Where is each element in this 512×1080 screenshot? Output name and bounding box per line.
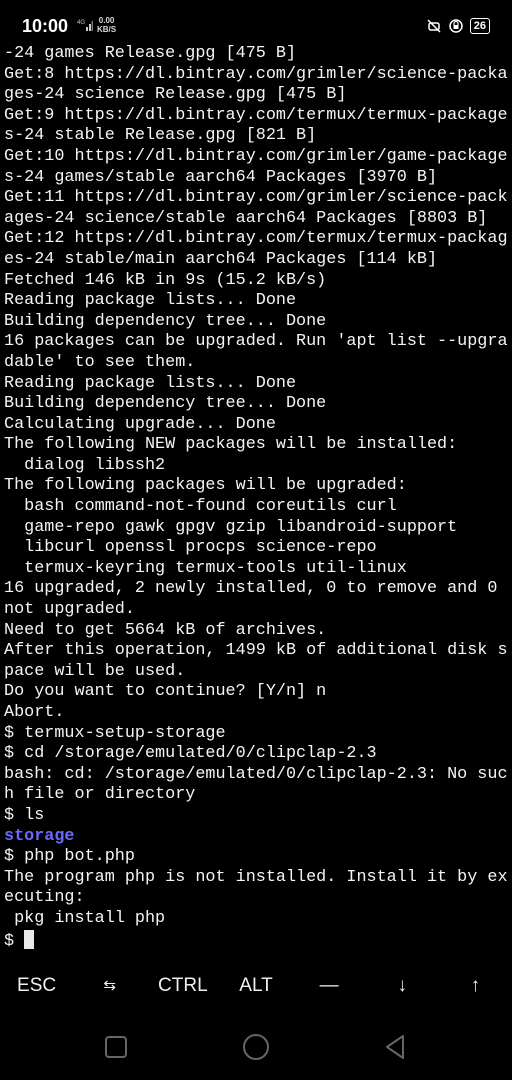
terminal-line: dialog libssh2 [4,455,166,475]
status-icons: 26 [426,16,490,36]
arrow-up-key[interactable]: ↑ [439,960,512,1012]
text-cursor [24,929,35,949]
terminal-line: termux-keyring termux-tools util-linux [4,558,407,578]
terminal-line: $ cd /storage/emulated/0/clipclap-2.3 [4,744,377,764]
terminal-line: After this operation, 1499 kB of additio… [4,641,508,661]
terminal-line: $ php bot.php [4,847,135,867]
terminal-line: The following NEW packages will be insta… [4,435,458,455]
terminal-line: dable' to see them. [4,352,196,372]
terminal-line: ages-24 science/stable aarch64 Packages … [4,208,488,228]
battery-icon: 26 [469,18,490,34]
signal-icon: 4G [77,20,93,31]
ctrl-key[interactable]: CTRL [146,960,219,1012]
arrow-down-key[interactable]: ↓ [366,960,439,1012]
tab-key[interactable]: ⇆ [73,960,146,1012]
terminal-line: s-24 games/stable aarch64 Packages [3970… [4,167,438,187]
dash-key[interactable]: — [293,960,366,1012]
terminal-line: -24 games Release.gpg [475 B] [4,44,297,63]
terminal-line: h file or directory [4,785,196,805]
terminal-line: ges-24 science Release.gpg [475 B] [4,85,347,105]
terminal-line: Reading package lists... Done [4,373,297,393]
terminal-line: Fetched 146 kB in 9s (15.2 kB/s) [4,270,327,290]
terminal-line: Get:10 https://dl.bintray.com/grimler/ga… [4,146,508,166]
terminal-line: Get:9 https://dl.bintray.com/termux/term… [4,105,508,125]
terminal-line: pace will be used. [4,661,186,681]
terminal-line: pkg install php [4,908,166,928]
esc-key[interactable]: ESC [0,960,73,1012]
directory-entry: storage [4,826,75,846]
terminal-line: Do you want to continue? [Y/n] n [4,682,327,702]
network-speed: 0.00 KB/S [97,16,116,34]
alarm-icon [449,19,463,33]
terminal-line: Building dependency tree... Done [4,394,327,414]
terminal-line: The following packages will be upgraded: [4,476,407,496]
prompt-line[interactable]: $ [4,929,508,951]
terminal-line: Calculating upgrade... Done [4,414,276,434]
terminal-line: ecuting: [4,888,85,908]
prompt-symbol: $ [4,931,25,951]
terminal-line: s-24 stable Release.gpg [821 B] [4,126,317,146]
terminal-line: Need to get 5664 kB of archives. [4,620,327,640]
terminal-line: 16 upgraded, 2 newly installed, 0 to rem… [4,579,498,599]
terminal-line: game-repo gawk gpgv gzip libandroid-supp… [4,517,458,537]
mute-icon [427,19,441,33]
terminal-line: Get:12 https://dl.bintray.com/termux/ter… [4,229,508,249]
navigation-bar [0,1012,512,1080]
extra-keys-row: ESC ⇆ CTRL ALT — ↓ ↑ [0,960,512,1012]
terminal-line: The program php is not installed. Instal… [4,867,508,887]
terminal-line: es-24 stable/main aarch64 Packages [114 … [4,249,438,269]
terminal-line: $ ls [4,805,45,825]
terminal-line: $ termux-setup-storage [4,723,226,743]
terminal-line: Abort. [4,703,65,722]
home-icon[interactable] [241,1032,271,1062]
alt-key[interactable]: ALT [219,960,292,1012]
terminal-output[interactable]: -24 games Release.gpg [475 B] Get:8 https… [4,44,508,964]
back-icon[interactable] [381,1032,411,1062]
status-bar: 10:00 4G 0.00 KB/S 26 [0,0,512,50]
terminal-line: Get:8 https://dl.bintray.com/grimler/sci… [4,64,508,84]
network-type: 4G [77,20,85,26]
terminal-line: bash command-not-found coreutils curl [4,497,397,517]
terminal-line: Building dependency tree... Done [4,311,327,331]
speed-value: 0.00 [98,16,115,25]
terminal-line: libcurl openssl procps science-repo [4,538,377,558]
terminal-line: Get:11 https://dl.bintray.com/grimler/sc… [4,188,508,208]
terminal-line: 16 packages can be upgraded. Run 'apt li… [4,332,508,352]
terminal-line: not upgraded. [4,600,135,620]
recents-icon[interactable] [101,1032,131,1062]
speed-unit: KB/S [97,25,117,34]
terminal-line: Reading package lists... Done [4,291,297,311]
terminal-line: bash: cd: /storage/emulated/0/clipclap-2… [4,764,508,784]
status-time: 10:00 [22,16,69,36]
